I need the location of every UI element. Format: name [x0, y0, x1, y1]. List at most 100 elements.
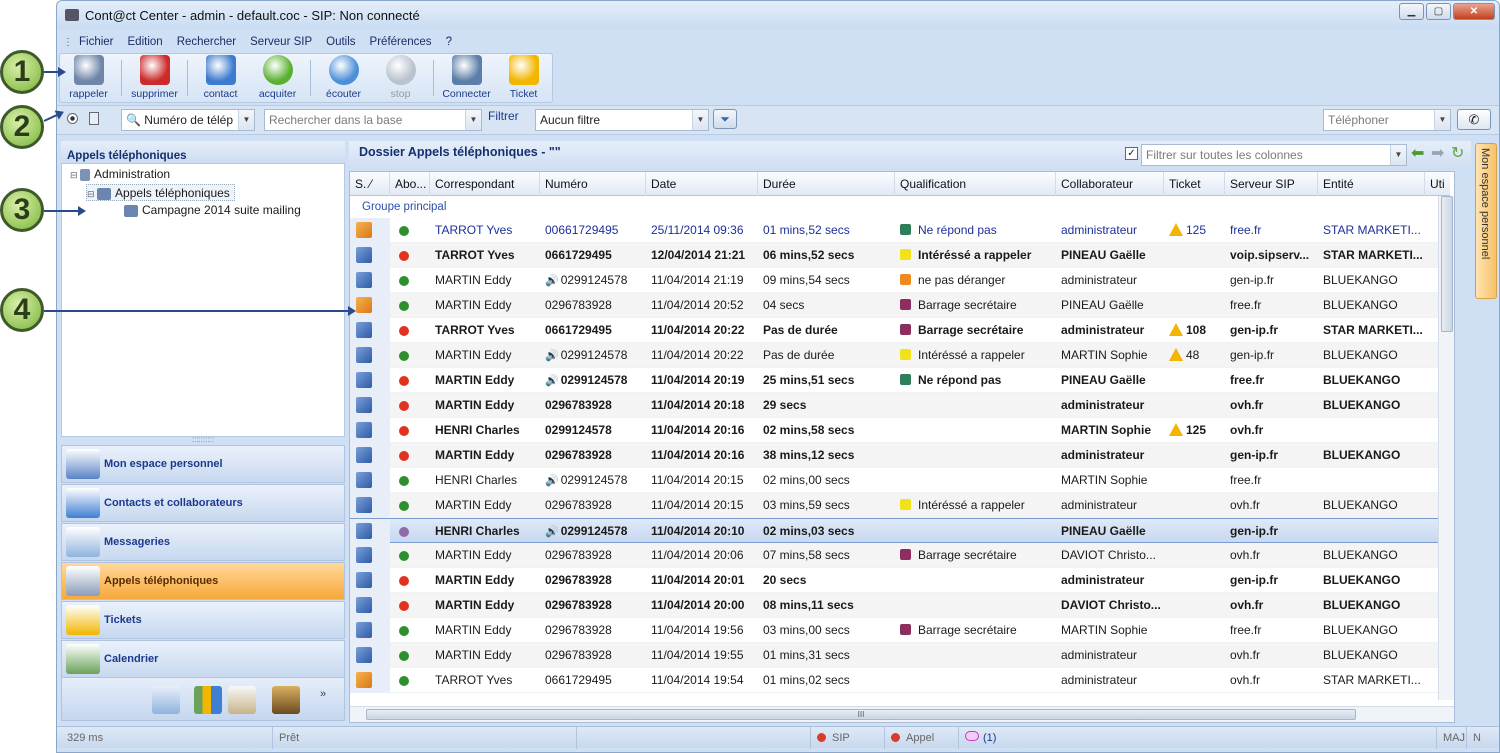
phone-book-icon[interactable] [89, 112, 99, 125]
column-header[interactable]: Durée [758, 172, 895, 196]
chevron-down-icon[interactable]: ▼ [465, 110, 481, 130]
table-row[interactable]: MARTIN Eddy 🔊 0299124578 11/04/2014 20:22 Pa… [350, 343, 1454, 368]
search-input[interactable]: Rechercher dans la base ▼ [264, 109, 482, 131]
column-header[interactable]: Correspondant [430, 172, 540, 196]
nav-item-calendar[interactable]: Calendrier [61, 640, 345, 678]
écouter-button[interactable]: écouter [315, 54, 372, 102]
column-header[interactable]: S. ⁄ [350, 172, 390, 196]
table-row[interactable]: MARTIN Eddy 0296783928 11/04/2014 20:16 38 … [350, 443, 1454, 468]
table-row[interactable]: HENRI Charles 🔊 0299124578 11/04/2014 20:15… [350, 468, 1454, 493]
stats-icon[interactable] [194, 686, 222, 714]
connecter-button[interactable]: Connecter [438, 54, 495, 102]
status-messages[interactable]: (1) [959, 727, 1437, 749]
pane-splitter[interactable]: :::::::::: [61, 436, 345, 445]
rappeler-button[interactable]: rappeler [60, 54, 117, 102]
column-header[interactable]: Qualification [895, 172, 1056, 196]
compose-mail-icon[interactable] [152, 686, 180, 714]
subscription-status-icon [399, 426, 409, 436]
stop-button[interactable]: stop [372, 54, 429, 102]
nav-item-mail[interactable]: Messageries [61, 523, 345, 561]
ticket-warning-icon[interactable] [1169, 223, 1183, 236]
refresh-icon[interactable]: ↻ [1451, 143, 1464, 163]
title-bar[interactable]: Cont@ct Center - admin - default.coc - S… [57, 1, 1499, 29]
more-icon[interactable]: » [320, 688, 326, 700]
group-row[interactable]: Groupe principal [350, 198, 1450, 216]
ticket-warning-icon[interactable] [1169, 323, 1183, 336]
nav-item-phone[interactable]: Appels téléphoniques [61, 562, 345, 600]
horizontal-scroll-thumb[interactable]: III [366, 709, 1356, 720]
forward-arrow-icon[interactable]: ➡ [1431, 143, 1444, 163]
nav-item-user[interactable]: Contacts et collaborateurs [61, 484, 345, 522]
table-row[interactable]: MARTIN Eddy 0296783928 11/04/2014 20:00 08 … [350, 593, 1454, 618]
table-row[interactable]: MARTIN Eddy 🔊 0299124578 11/04/2014 21:19 09… [350, 268, 1454, 293]
back-arrow-icon[interactable]: ⬅ [1411, 143, 1424, 163]
column-header[interactable]: Serveur SIP [1225, 172, 1318, 196]
ticket-warning-icon[interactable] [1169, 348, 1183, 361]
filter-select[interactable]: Aucun filtre ▼ [535, 109, 709, 131]
acquiter-button[interactable]: acquiter [249, 54, 306, 102]
column-header[interactable]: Ticket [1164, 172, 1225, 196]
menu-help[interactable]: ? [446, 36, 452, 48]
dial-button[interactable]: ✆ [1457, 109, 1491, 130]
horizontal-scrollbar[interactable]: III [350, 706, 1454, 722]
table-row[interactable]: HENRI Charles 0299124578 11/04/2014 20:16 0… [350, 418, 1454, 443]
table-row[interactable]: MARTIN Eddy 0296783928 11/04/2014 20:52 04 … [350, 293, 1454, 318]
speaker-icon[interactable]: 🔊 [545, 475, 559, 487]
minimize-button[interactable]: ▁ [1399, 3, 1424, 20]
menu-outils[interactable]: Outils [326, 36, 355, 48]
table-row[interactable]: MARTIN Eddy 0296783928 11/04/2014 20:06 07 … [350, 543, 1454, 568]
table-row[interactable]: TARROT Yves 0661729495 11/04/2014 19:54 01 … [350, 668, 1454, 693]
phone-input[interactable]: Téléphoner ▼ [1323, 109, 1451, 131]
column-header[interactable]: Entité [1318, 172, 1425, 196]
table-row[interactable]: TARROT Yves 00661729495 25/11/2014 09:36 01… [350, 218, 1454, 243]
table-row[interactable]: MARTIN Eddy 0296783928 11/04/2014 19:55 01 … [350, 643, 1454, 668]
speaker-icon[interactable]: 🔊 [545, 526, 559, 538]
menu-rechercher[interactable]: Rechercher [177, 36, 236, 48]
menu-preferences[interactable]: Préférences [370, 36, 432, 48]
chevron-down-icon[interactable]: ▼ [692, 110, 708, 130]
column-header[interactable]: Collaborateur [1056, 172, 1164, 196]
filter-all-checkbox[interactable]: ✓ [1125, 147, 1138, 160]
notes-icon[interactable] [272, 686, 300, 714]
table-row[interactable]: MARTIN Eddy 0296783928 11/04/2014 20:15 03 … [350, 493, 1454, 518]
close-button[interactable]: ✕ [1453, 3, 1495, 20]
tree-node-administration[interactable]: ⊟ Administration [70, 166, 170, 183]
vertical-scrollbar[interactable] [1438, 196, 1454, 700]
menu-fichier[interactable]: Fichier [79, 36, 114, 48]
table-row[interactable]: MARTIN Eddy 0296783928 11/04/2014 20:01 20 … [350, 568, 1454, 593]
speaker-icon[interactable]: 🔊 [545, 275, 559, 287]
contact-button[interactable]: contact [192, 54, 249, 102]
table-row[interactable]: MARTIN Eddy 0296783928 11/04/2014 20:18 29 … [350, 393, 1454, 418]
chevron-down-icon[interactable]: ▼ [1390, 145, 1406, 165]
search-field-select[interactable]: 🔍 Numéro de télép ▼ [121, 109, 255, 131]
side-tab-espace-personnel[interactable]: Mon espace personnel [1475, 143, 1497, 299]
nav-item-computer[interactable]: Mon espace personnel [61, 445, 345, 483]
table-row[interactable]: MARTIN Eddy 🔊 0299124578 11/04/2014 20:19 25… [350, 368, 1454, 393]
supprimer-button[interactable]: supprimer [126, 54, 183, 102]
tree-node-campagne[interactable]: Campagne 2014 suite mailing [124, 202, 301, 219]
table-row[interactable]: TARROT Yves 0661729495 11/04/2014 20:22 Pas… [350, 318, 1454, 343]
speaker-icon[interactable]: 🔊 [545, 350, 559, 362]
task-icon[interactable] [228, 686, 256, 714]
nav-item-warning[interactable]: Tickets [61, 601, 345, 639]
ticket-warning-icon[interactable] [1169, 423, 1183, 436]
ticket-button[interactable]: Ticket [495, 54, 552, 102]
column-filter-input[interactable]: Filtrer sur toutes les colonnes ▼ [1141, 144, 1407, 166]
table-row[interactable]: TARROT Yves 0661729495 12/04/2014 21:21 06 … [350, 243, 1454, 268]
chevron-down-icon[interactable]: ▼ [238, 110, 254, 130]
table-row[interactable]: HENRI Charles 🔊 0299124578 11/04/2014 20:10… [350, 518, 1454, 544]
column-header[interactable]: Abo... [390, 172, 430, 196]
speaker-icon[interactable]: 🔊 [545, 375, 559, 387]
menu-edition[interactable]: Edition [128, 36, 163, 48]
tree-node-appels[interactable]: ⊟ Appels téléphoniques [86, 184, 235, 201]
vertical-scroll-thumb[interactable] [1441, 196, 1453, 332]
maximize-button[interactable]: ▢ [1426, 3, 1451, 20]
chevron-down-icon[interactable]: ▼ [1434, 110, 1450, 130]
menu-serveur-sip[interactable]: Serveur SIP [250, 36, 312, 48]
radio-icon[interactable] [67, 113, 78, 124]
column-header[interactable]: Uti [1425, 172, 1454, 196]
column-header[interactable]: Date [646, 172, 758, 196]
table-row[interactable]: MARTIN Eddy 0296783928 11/04/2014 19:56 03 … [350, 618, 1454, 643]
funnel-icon[interactable]: ⏷ [713, 109, 737, 129]
column-header[interactable]: Numéro [540, 172, 646, 196]
